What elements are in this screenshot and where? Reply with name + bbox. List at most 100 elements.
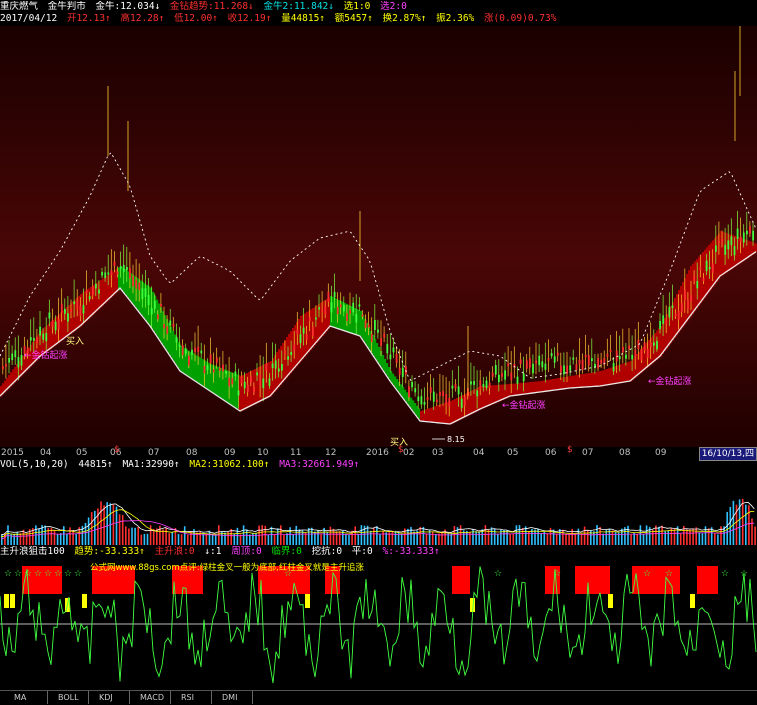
candle-body	[721, 239, 723, 243]
ribbon-segment	[514, 383, 517, 396]
volume-bar	[360, 525, 363, 545]
tab-ma[interactable]: MA	[0, 691, 48, 704]
candle-body	[370, 333, 373, 343]
candle-body	[98, 289, 100, 294]
candle-body	[730, 236, 733, 246]
ribbon-segment	[358, 310, 361, 336]
ribbon-segment	[552, 379, 555, 391]
candle-body	[693, 275, 696, 282]
volume-bar	[295, 525, 298, 545]
date-tick: 08	[186, 448, 198, 458]
volume-chart[interactable]	[0, 471, 757, 545]
ribbon-segment	[90, 287, 93, 317]
main-rise-block	[452, 566, 470, 594]
candle-body	[240, 376, 243, 384]
volume-bar	[658, 526, 660, 545]
tab-rsi[interactable]: RSI	[171, 691, 212, 704]
ribbon-segment	[392, 373, 395, 385]
ribbon-segment	[192, 353, 195, 380]
ribbon-segment	[580, 374, 583, 388]
volume-bar	[63, 526, 65, 545]
indicator-chart[interactable]: ☆ ☆ ☆ ☆ ☆ ☆ ☆ ☆ ☆ ☆ ☆ ☆ ☆ ☆ ☆ 公式网www.88gs.com点评:绿柱金叉一般…	[0, 558, 757, 690]
ribbon-segment	[114, 270, 117, 295]
candle-body	[70, 310, 72, 313]
volume-bar	[121, 515, 124, 545]
candle-body	[101, 272, 103, 276]
volume-bar	[748, 505, 750, 545]
candle-body	[426, 397, 429, 400]
ribbon-segment	[590, 372, 593, 388]
candle-body	[116, 271, 119, 275]
candle-body	[17, 356, 20, 368]
select2-value: 选2:0	[380, 1, 407, 12]
volume-bar	[555, 533, 558, 545]
tab-dmi[interactable]: DMI	[212, 691, 253, 704]
candle-body	[8, 358, 10, 363]
candle-body	[615, 350, 618, 362]
candle-body	[308, 317, 311, 321]
volume-bar	[428, 530, 431, 545]
volume-bar	[230, 528, 232, 545]
candle-body	[315, 317, 317, 320]
volume-bar	[729, 506, 732, 545]
candle-body	[445, 394, 448, 405]
volume-bar	[131, 527, 133, 545]
volume-bar	[636, 534, 639, 545]
candle-body	[339, 304, 342, 308]
date-tick: 03	[432, 448, 444, 458]
ribbon-segment	[736, 236, 739, 266]
candle-body	[746, 230, 748, 235]
volume-bar	[354, 526, 356, 545]
candle-body	[262, 378, 265, 389]
quote-open: 开12.13↑	[66, 13, 111, 24]
volume-bar	[205, 533, 208, 545]
candle-body	[259, 374, 262, 386]
candle-body	[600, 359, 603, 364]
volume-bar	[140, 534, 143, 545]
candle-body	[147, 295, 150, 305]
candle-body	[420, 396, 423, 405]
warning-block	[608, 594, 613, 608]
ribbon-segment	[316, 305, 319, 343]
candle-body	[690, 294, 692, 302]
star-icon: ☆	[553, 569, 561, 579]
candle-body	[222, 364, 224, 372]
price-chart[interactable]: 买入 ←金钻起涨 买入 8.15 ←金钻起涨 ←金钻起涨	[0, 26, 757, 447]
ribbon-segment	[418, 408, 421, 419]
volume-bar	[717, 534, 719, 545]
candle-body	[302, 327, 305, 334]
ribbon-segment	[540, 381, 543, 393]
ribbon-segment	[400, 384, 403, 395]
tab-macd[interactable]: MACD	[130, 691, 171, 704]
ribbon-segment	[524, 382, 527, 395]
volume-bar	[453, 525, 456, 545]
star-icon: ☆	[4, 569, 12, 579]
ribbon-segment	[374, 339, 377, 358]
date-tick: 12	[325, 448, 337, 458]
candle-body	[507, 363, 510, 367]
candle-body	[516, 376, 519, 384]
ribbon-segment	[434, 406, 437, 423]
volume-bar	[236, 527, 239, 545]
ribbon-segment	[310, 309, 313, 350]
candle-body	[355, 313, 358, 323]
quote-close: 收12.19↑	[227, 13, 272, 24]
candle-body	[473, 381, 475, 385]
volume-bar	[348, 534, 350, 545]
candle-body	[85, 289, 88, 294]
candle-body	[250, 376, 252, 383]
candle-body	[631, 354, 634, 360]
candle-body	[336, 306, 339, 315]
volume-bar	[642, 534, 645, 545]
ribbon-segment	[512, 383, 515, 397]
tab-boll[interactable]: BOLL	[48, 691, 89, 704]
tab-kdj[interactable]: KDJ	[89, 691, 130, 704]
candle-body	[662, 315, 665, 324]
volume-bar	[518, 525, 521, 545]
candle-body	[364, 320, 367, 329]
volume-bar	[112, 504, 115, 545]
ribbon-segment	[172, 330, 175, 360]
candle-body	[525, 360, 528, 369]
volume-bar	[509, 533, 511, 545]
quote-high: 高12.28↑	[120, 13, 165, 24]
